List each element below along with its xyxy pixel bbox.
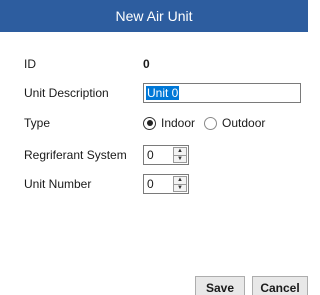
unit-number-label: Unit Number <box>24 177 92 191</box>
unit-number-stepper[interactable]: 0 ▲ ▼ <box>143 174 189 194</box>
stepper-down-icon[interactable]: ▼ <box>174 183 186 192</box>
unit-number-row: Unit Number 0 ▲ ▼ <box>0 173 308 195</box>
unit-description-value: Unit 0 <box>146 86 180 100</box>
dialog-title-bar: New Air Unit <box>0 0 308 32</box>
type-label: Type <box>24 116 51 130</box>
type-row: Type Indoor Outdoor <box>0 112 308 134</box>
unit-description-label: Unit Description <box>24 86 109 100</box>
radio-indoor[interactable] <box>143 116 156 130</box>
radio-selected-dot <box>146 120 153 126</box>
save-button[interactable]: Save <box>195 276 245 295</box>
radio-outdoor[interactable] <box>204 116 218 130</box>
unit-description-row: Unit Description Unit 0 <box>0 82 308 104</box>
dialog-title: New Air Unit <box>115 8 193 24</box>
id-value: 0 <box>143 57 150 71</box>
refrigerant-system-value[interactable]: 0 <box>144 148 173 162</box>
stepper-arrows: ▲ ▼ <box>173 147 187 163</box>
unit-description-input[interactable]: Unit 0 <box>143 83 301 103</box>
refrigerant-system-row: Regriferant System 0 ▲ ▼ <box>0 144 308 166</box>
radio-outdoor-label[interactable]: Outdoor <box>222 116 265 130</box>
stepper-down-icon[interactable]: ▼ <box>174 154 186 163</box>
radio-indoor-label[interactable]: Indoor <box>161 116 195 130</box>
type-radio-group: Indoor Outdoor <box>143 116 274 130</box>
cancel-button[interactable]: Cancel <box>252 276 308 295</box>
stepper-arrows: ▲ ▼ <box>173 176 187 192</box>
refrigerant-system-stepper[interactable]: 0 ▲ ▼ <box>143 145 189 165</box>
unit-number-value[interactable]: 0 <box>144 177 173 191</box>
id-row: ID 0 <box>0 53 308 75</box>
refrigerant-system-label: Regriferant System <box>24 148 127 162</box>
id-label: ID <box>24 57 36 71</box>
